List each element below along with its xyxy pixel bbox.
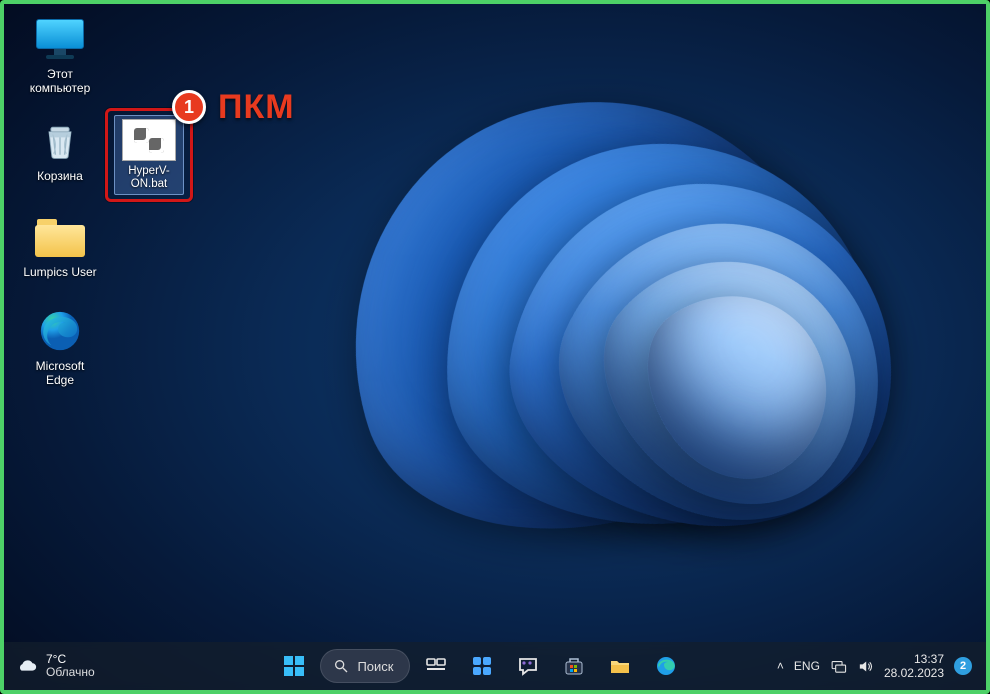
- system-tray[interactable]: [830, 658, 874, 675]
- task-view-button[interactable]: [416, 646, 456, 686]
- hyperv-bat-file-highlight: HyperV-ON.bat: [105, 108, 193, 202]
- clock-date: 28.02.2023: [884, 666, 944, 680]
- taskbar-right: ˄ ENG 13:37 28.02.2023 2: [777, 652, 986, 680]
- widgets-icon: [470, 654, 494, 678]
- widgets-button[interactable]: [462, 646, 502, 686]
- screenshot-frame: Этот компьютер Корзина Lumpics User: [0, 0, 990, 694]
- annotation-rmb-text: ПКМ: [218, 88, 295, 127]
- language-indicator[interactable]: ENG: [794, 659, 820, 673]
- taskbar-search[interactable]: Поиск: [320, 649, 410, 683]
- folder-icon: [35, 217, 85, 257]
- chat-button[interactable]: [508, 646, 548, 686]
- desktop[interactable]: Этот компьютер Корзина Lumpics User: [4, 4, 986, 690]
- file-explorer-button[interactable]: [600, 646, 640, 686]
- volume-icon: [857, 658, 874, 675]
- hyperv-bat-file-label: HyperV-ON.bat: [115, 165, 183, 191]
- network-icon: [830, 658, 847, 675]
- weather-condition: Облачно: [46, 666, 95, 679]
- task-view-icon: [424, 654, 448, 678]
- clock-time: 13:37: [884, 652, 944, 666]
- taskbar-center: Поиск: [184, 646, 777, 686]
- this-pc-label: Этот компьютер: [30, 67, 91, 95]
- recycle-bin-label: Корзина: [37, 169, 83, 183]
- weather-widget[interactable]: 7°C Облачно: [4, 653, 184, 679]
- microsoft-edge-icon[interactable]: Microsoft Edge: [14, 304, 106, 391]
- folder-icon: [608, 654, 632, 678]
- lumpics-folder-icon[interactable]: Lumpics User: [14, 210, 106, 283]
- tray-overflow-button[interactable]: ˄: [777, 659, 784, 673]
- store-button[interactable]: [554, 646, 594, 686]
- taskbar: 7°C Облачно Поиск: [4, 642, 986, 690]
- hyperv-bat-file-icon[interactable]: HyperV-ON.bat: [114, 115, 184, 195]
- clock[interactable]: 13:37 28.02.2023: [884, 652, 944, 680]
- start-button[interactable]: [274, 646, 314, 686]
- edge-taskbar-button[interactable]: [646, 646, 686, 686]
- edge-label: Microsoft Edge: [36, 359, 85, 387]
- batch-file-icon: [122, 119, 176, 161]
- monitor-icon: [36, 19, 84, 59]
- weather-text: 7°C Облачно: [46, 653, 95, 679]
- search-icon: [333, 658, 349, 674]
- edge-icon: [654, 654, 678, 678]
- this-pc-icon[interactable]: Этот компьютер: [14, 12, 106, 99]
- edge-icon: [34, 308, 86, 354]
- wallpaper-bloom: [304, 64, 944, 604]
- lumpics-folder-label: Lumpics User: [23, 265, 96, 279]
- store-icon: [562, 654, 586, 678]
- weather-icon: [16, 655, 38, 677]
- chat-icon: [516, 654, 540, 678]
- trash-icon: [34, 118, 86, 164]
- search-label: Поиск: [357, 659, 393, 674]
- windows-logo-icon: [282, 654, 306, 678]
- annotation-step-badge: 1: [172, 90, 206, 124]
- notification-badge[interactable]: 2: [954, 657, 972, 675]
- recycle-bin-icon[interactable]: Корзина: [14, 114, 106, 187]
